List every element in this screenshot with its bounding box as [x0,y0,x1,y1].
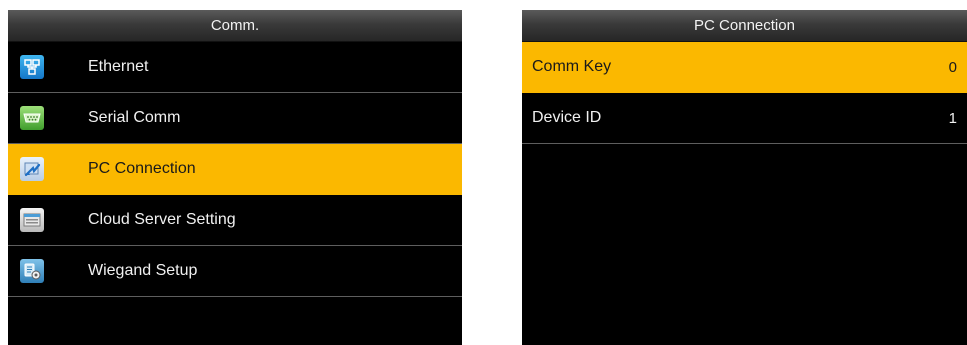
setting-value: 1 [948,109,957,127]
menu-item-ethernet[interactable]: Ethernet [8,42,462,93]
menu-item-label: Cloud Server Setting [88,211,236,228]
cloud-server-icon [20,208,44,232]
menu-item-label: PC Connection [88,160,196,177]
comm-menu-screen: Comm. Ethernet Serial Comm PC Connection… [8,10,462,345]
setting-row-comm-key[interactable]: Comm Key 0 [522,42,967,93]
ethernet-icon [20,55,44,79]
menu-item-serial-comm[interactable]: Serial Comm [8,93,462,144]
comm-menu-list: Ethernet Serial Comm PC Connection Cloud… [8,42,462,297]
wiegand-icon [20,259,44,283]
settings-list: Comm Key 0 Device ID 1 [522,42,967,144]
comm-menu-title: Comm. [8,10,462,42]
setting-label: Comm Key [532,58,612,75]
setting-value: 0 [948,58,957,76]
menu-item-cloud-server-setting[interactable]: Cloud Server Setting [8,195,462,246]
pc-connection-icon [20,157,44,181]
menu-item-pc-connection[interactable]: PC Connection [8,144,462,195]
setting-label: Device ID [532,109,602,126]
menu-item-label: Ethernet [88,58,149,75]
menu-item-wiegand-setup[interactable]: Wiegand Setup [8,246,462,297]
serial-port-icon [20,106,44,130]
pc-connection-title: PC Connection [522,10,967,42]
menu-item-label: Wiegand Setup [88,262,198,279]
pc-connection-screen: PC Connection Comm Key 0 Device ID 1 [522,10,967,345]
setting-row-device-id[interactable]: Device ID 1 [522,93,967,144]
menu-item-label: Serial Comm [88,109,181,126]
